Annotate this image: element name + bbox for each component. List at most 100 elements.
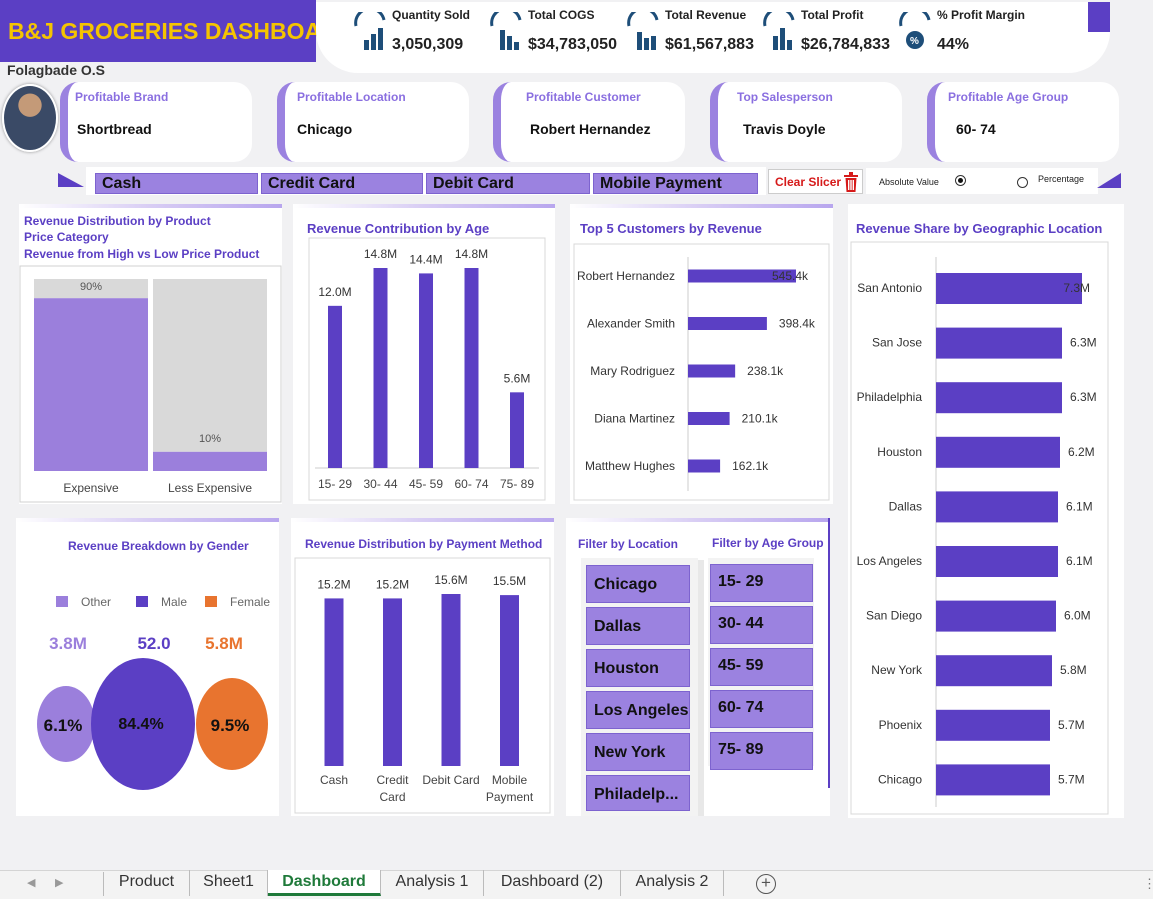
card-profitable-location: Profitable Location Chicago [277, 82, 469, 162]
panel-title: Revenue Distribution by Product [24, 214, 211, 228]
data-label: 90% [80, 281, 102, 293]
absolute-value-radio[interactable] [955, 175, 966, 186]
category-label: Philadelphia [857, 390, 923, 404]
data-label: 6.1M [1066, 554, 1093, 568]
kpi-value: 44% [937, 36, 970, 53]
bar [936, 546, 1058, 577]
card-label: Profitable Location [297, 90, 406, 104]
bar [936, 382, 1062, 414]
bar [688, 317, 767, 330]
panel-price-category: Revenue Distribution by Product Price Ca… [19, 204, 282, 504]
trash-icon [844, 172, 858, 192]
bar [936, 764, 1050, 796]
slicer-item-cash[interactable]: Cash [95, 173, 258, 194]
bar [441, 594, 461, 766]
panel-gender: Revenue Breakdown by Gender Other 3.8M 6.1… [16, 518, 279, 816]
panel-subtitle-2: Revenue from High vs Low Price Product [24, 247, 260, 261]
data-label: 6.3M [1070, 336, 1097, 350]
legend-label: Female [230, 595, 270, 609]
category-label: San Diego [866, 609, 922, 623]
location-filter-los-angeles[interactable]: Los Angeles [586, 691, 690, 729]
author-name: Folagbade O.S [7, 62, 106, 78]
panel-top-line [293, 204, 555, 208]
card-value: Robert Hernandez [530, 121, 651, 137]
bar-remainder [153, 279, 267, 452]
bar [936, 491, 1058, 523]
tab-analysis-2[interactable]: Analysis 2 [621, 870, 724, 896]
tab-dashboard-2[interactable]: Dashboard (2) [484, 870, 621, 896]
tab-dashboard[interactable]: Dashboard [268, 870, 381, 896]
card-label: Profitable Age Group [948, 90, 1069, 104]
share-label: 6.1% [44, 716, 83, 735]
bar [936, 600, 1056, 632]
data-label: 14.8M [364, 247, 397, 261]
panel-top-line [566, 518, 830, 522]
data-label: 6.2M [1068, 445, 1095, 459]
card-top-salesperson: Top Salesperson Travis Doyle [710, 82, 902, 162]
bar [373, 268, 388, 468]
value-label: 3.8M [49, 634, 87, 653]
data-label: 545.4k [772, 269, 809, 283]
kpi-value: $34,783,050 [528, 36, 617, 53]
card-label: Profitable Customer [526, 90, 641, 104]
bar [688, 364, 736, 378]
category-label: San Antonio [857, 281, 922, 295]
category-label: Mary Rodriguez [590, 364, 675, 378]
slicer-item-debit-card[interactable]: Debit Card [426, 173, 590, 194]
card-profitable-customer: Profitable Customer Robert Hernandez [493, 82, 685, 162]
add-sheet-icon[interactable]: + [756, 874, 776, 894]
gender-chart: Other 3.8M 6.1% Male 52.0 84.4% Female 5.8M 9.5% [37, 595, 270, 790]
location-filter-new-york[interactable]: New York [586, 733, 690, 771]
tab-product[interactable]: Product [104, 870, 190, 896]
tick-label: 30- 44 [363, 477, 397, 491]
tick-label: Debit Card [422, 773, 479, 787]
category-label: Dallas [889, 499, 922, 513]
location-filter-chicago[interactable]: Chicago [586, 565, 690, 603]
clear-slicer-button[interactable]: Clear Slicer [768, 169, 863, 194]
category-label: Robert Hernandez [577, 269, 675, 283]
bar-chart-down-icon [490, 12, 522, 50]
location-filter-dallas[interactable]: Dallas [586, 607, 690, 645]
data-label: 15.2M [376, 577, 409, 591]
bar [510, 392, 524, 468]
data-label: 7.3M [1063, 281, 1090, 295]
scroll-right-icon[interactable]: ▶ [55, 876, 63, 889]
kpi-total-profit: Total Profit $26,784,833 [761, 8, 891, 68]
tab-analysis-1[interactable]: Analysis 1 [381, 870, 484, 896]
bar [34, 298, 148, 471]
panel-top-line [291, 518, 554, 522]
data-label: 15.2M [317, 577, 350, 591]
age-filter-75-89[interactable]: 75- 89 [710, 732, 813, 770]
location-filter-houston[interactable]: Houston [586, 649, 690, 687]
scroll-left-icon[interactable]: ◀ [27, 876, 35, 889]
tick-label: Less Expensive [168, 481, 252, 495]
age-chart: 12.0M 15- 29 14.8M 30- 44 14.4M 45- 59 14.8M 60… [308, 237, 546, 501]
slicer-item-credit-card[interactable]: Credit Card [261, 173, 423, 194]
sheet-menu-icon[interactable]: ⋮ [1143, 876, 1153, 892]
tick-label: Mobile Payment [486, 773, 534, 804]
tab-sheet1[interactable]: Sheet1 [190, 870, 268, 896]
bar [936, 436, 1060, 468]
data-label: 10% [199, 433, 221, 445]
card-value: Shortbread [77, 121, 152, 137]
category-label: Matthew Hughes [585, 459, 675, 473]
slicer-item-mobile-payment[interactable]: Mobile Payment [593, 173, 758, 194]
kpi-label: Total COGS [528, 8, 595, 22]
kpi-label: Quantity Sold [392, 8, 470, 22]
data-label: 14.4M [409, 252, 442, 266]
bar [688, 412, 730, 425]
age-filter-15-29[interactable]: 15- 29 [710, 564, 813, 602]
age-filter-60-74[interactable]: 60- 74 [710, 690, 813, 728]
location-filter-philadelphia[interactable]: Philadelp... [586, 775, 690, 811]
card-value: Travis Doyle [743, 121, 826, 137]
absolute-value-label: Absolute Value [879, 177, 939, 187]
bar [936, 655, 1052, 687]
age-filter-30-44[interactable]: 30- 44 [710, 606, 813, 644]
location-slicer-scrollbar[interactable] [698, 560, 704, 816]
tick-label: Cash [320, 773, 348, 787]
percentage-radio[interactable] [1017, 177, 1028, 188]
age-filter-45-59[interactable]: 45- 59 [710, 648, 813, 686]
bar [688, 459, 721, 473]
panel-geo: Revenue Share by Geographic Location San… [848, 204, 1124, 818]
data-label: 5.7M [1058, 772, 1085, 786]
